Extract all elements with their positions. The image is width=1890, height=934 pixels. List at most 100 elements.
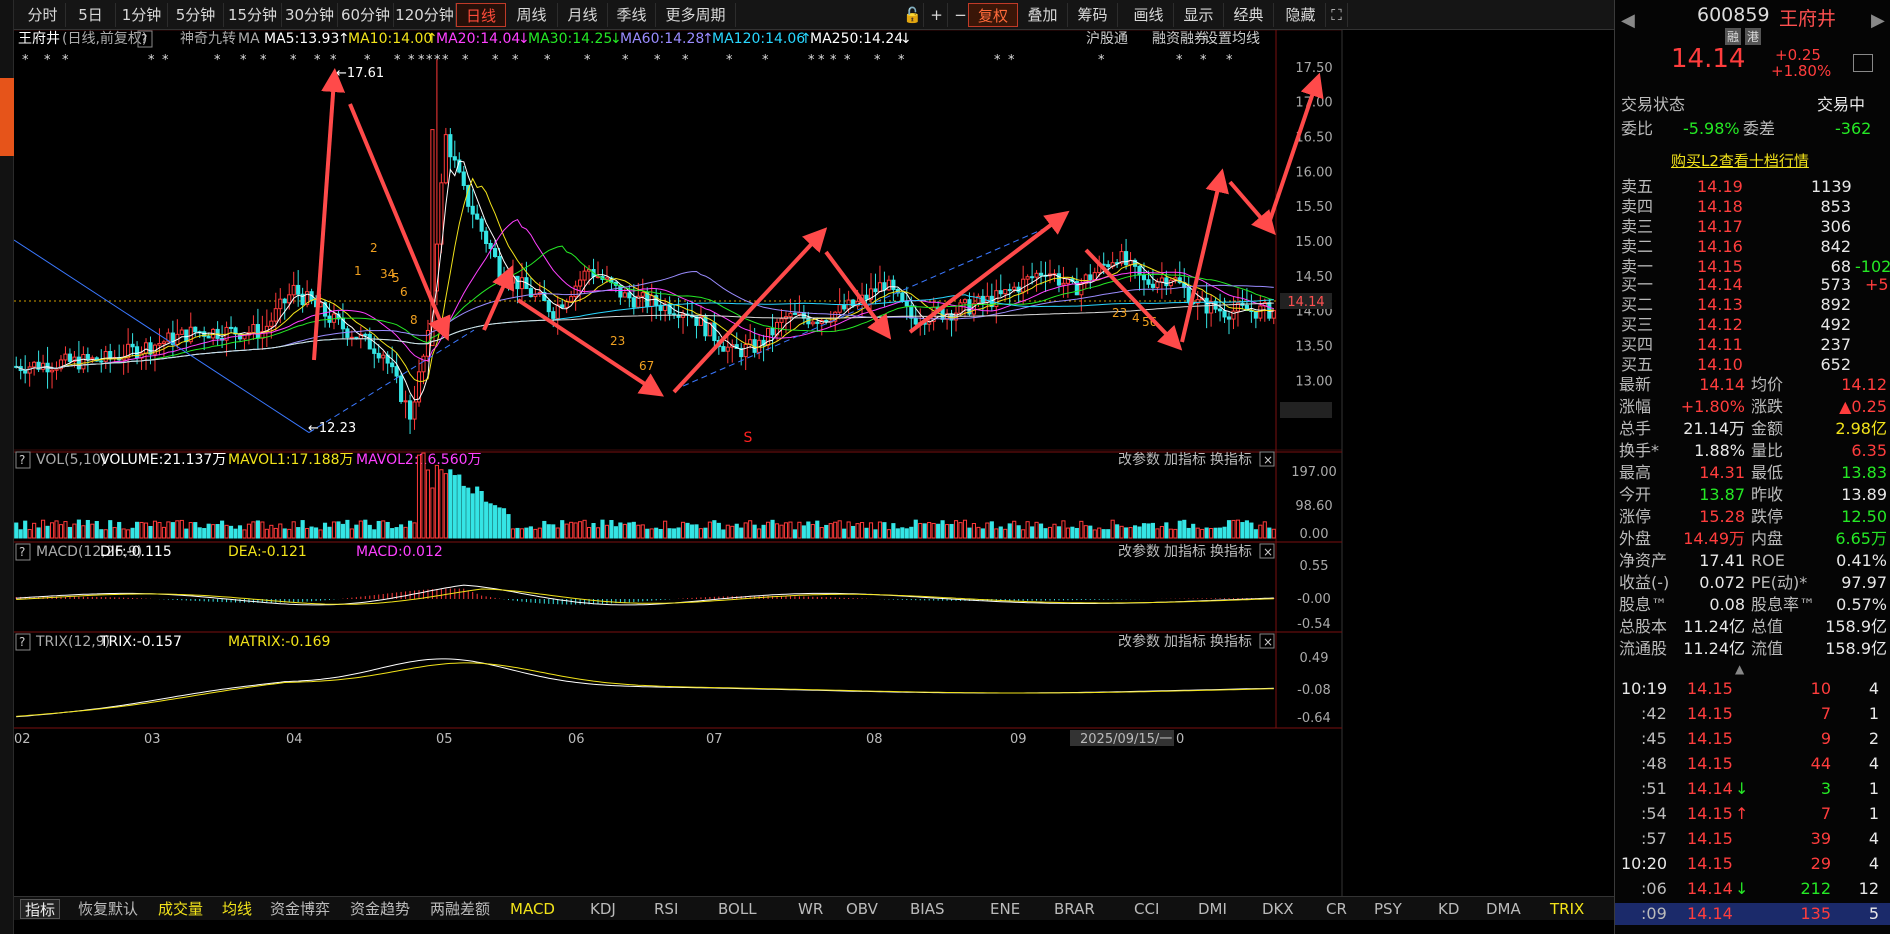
indicator-tab-10[interactable]: BOLL bbox=[718, 899, 757, 919]
indicator-tab-13[interactable]: BIAS bbox=[910, 899, 945, 919]
stat-label-a: 流通股 bbox=[1619, 639, 1668, 658]
volume-bar bbox=[112, 527, 117, 539]
volume-bar bbox=[1258, 524, 1263, 539]
candle-body bbox=[900, 292, 905, 302]
period-tab-5[interactable]: 30分钟 bbox=[282, 3, 338, 27]
next-stock-icon[interactable]: ▶ bbox=[1871, 10, 1885, 31]
period-tab-2[interactable]: 1分钟 bbox=[116, 3, 168, 27]
volume-bar bbox=[273, 527, 278, 539]
lock-icon[interactable]: 🔓 bbox=[902, 3, 924, 27]
status-value: 交易中 bbox=[1817, 95, 1866, 114]
indicator-tab-12[interactable]: OBV bbox=[846, 899, 878, 919]
volume-bar bbox=[873, 529, 878, 539]
indicator-tab-8[interactable]: KDJ bbox=[590, 899, 616, 919]
trade-time: :54 bbox=[1641, 804, 1667, 823]
candle-body bbox=[291, 284, 296, 296]
candle-body bbox=[770, 327, 775, 336]
toolbar-btn-6[interactable]: 隐藏 bbox=[1276, 3, 1326, 27]
trade-count: 1 bbox=[1868, 704, 1879, 723]
volume-bar bbox=[94, 521, 99, 539]
candle-body bbox=[1164, 277, 1169, 287]
kline-chart[interactable]: 王府井 (日线,前复权)? 神奇九转 MA MA5:13.93↑MA10:14.00↑M… bbox=[14, 30, 1614, 896]
volume-bar bbox=[980, 528, 985, 539]
indicator-tab-18[interactable]: DKX bbox=[1262, 899, 1294, 919]
candle-body bbox=[479, 218, 484, 232]
stat-label-a: 涨停 bbox=[1619, 507, 1652, 526]
indicator-tab-14[interactable]: ENE bbox=[990, 899, 1020, 919]
toolbar-btn-4[interactable]: 显示 bbox=[1174, 3, 1224, 27]
toolbar-btn-1[interactable]: 叠加 bbox=[1018, 3, 1068, 27]
indicator-tab-6[interactable]: 两融差额 bbox=[430, 899, 490, 919]
period-tab-7[interactable]: 120分钟 bbox=[394, 3, 456, 27]
collapse-icon[interactable]: ▲ bbox=[1735, 662, 1744, 676]
toolbar-btn-3[interactable]: 画线 bbox=[1124, 3, 1174, 27]
indicator-tab-9[interactable]: RSI bbox=[654, 899, 678, 919]
prev-stock-icon[interactable]: ◀ bbox=[1621, 10, 1635, 31]
indicator-tab-20[interactable]: PSY bbox=[1374, 899, 1402, 919]
volume-bar bbox=[416, 454, 422, 539]
indicator-tab-17[interactable]: DMI bbox=[1198, 899, 1227, 919]
volume-bar bbox=[640, 524, 645, 539]
indicator-tab-1[interactable]: 恢复默认 bbox=[78, 899, 138, 919]
period-tab-3[interactable]: 5分钟 bbox=[168, 3, 224, 27]
ask-price: 14.16 bbox=[1697, 237, 1743, 256]
volume-bar bbox=[842, 528, 847, 539]
volume-bar bbox=[909, 526, 914, 539]
stat-label-a: 总股本 bbox=[1619, 617, 1668, 636]
volume-bar bbox=[967, 527, 972, 539]
indicator-tab-16[interactable]: CCI bbox=[1134, 899, 1159, 919]
trade-row-8: :06 14.14 ↓ 212 12 bbox=[1615, 878, 1890, 900]
indicator-tab-21[interactable]: KD bbox=[1438, 899, 1459, 919]
toolbar-btn-0[interactable]: 复权 bbox=[968, 3, 1018, 27]
indicator-tab-23[interactable]: TRIX bbox=[1550, 899, 1584, 919]
indicator-tab-4[interactable]: 资金博弈 bbox=[270, 899, 330, 919]
candle-body bbox=[376, 352, 381, 359]
period-tab-6[interactable]: 60分钟 bbox=[338, 3, 394, 27]
indicator-tab-0[interactable]: 指标 bbox=[20, 899, 61, 919]
stock-code: 600859 bbox=[1697, 4, 1770, 26]
indicator-tab-15[interactable]: BRAR bbox=[1054, 899, 1095, 919]
indicator-tab-3[interactable]: 均线 bbox=[222, 899, 252, 919]
active-side-tab[interactable] bbox=[0, 78, 14, 156]
zoom-in-icon[interactable]: + bbox=[926, 3, 948, 27]
volume-bar bbox=[1191, 523, 1196, 539]
detail-toggle-icon[interactable] bbox=[1853, 54, 1873, 72]
volume-bar bbox=[1025, 521, 1030, 539]
panel-value-2: MACD:0.012 bbox=[356, 544, 443, 560]
period-tab-11[interactable]: 季线 bbox=[608, 3, 656, 27]
candle-body bbox=[842, 304, 847, 310]
period-tab-9[interactable]: 周线 bbox=[506, 3, 558, 27]
help-icon-text: ? bbox=[141, 32, 147, 46]
indicator-tab-7[interactable]: MACD bbox=[510, 899, 555, 919]
volume-bar bbox=[698, 528, 704, 539]
period-tab-4[interactable]: 15分钟 bbox=[224, 3, 282, 27]
ask-price: 14.17 bbox=[1697, 217, 1743, 236]
fullscreen-icon[interactable]: ⛶ bbox=[1326, 3, 1348, 27]
candle-body bbox=[560, 304, 565, 308]
stat-value-a: +1.80% bbox=[1680, 397, 1745, 416]
volume-bar bbox=[1074, 527, 1079, 539]
nine-turn-star-25: * bbox=[682, 53, 689, 68]
volume-bar bbox=[188, 522, 193, 539]
period-tab-12[interactable]: 更多周期 bbox=[656, 3, 736, 27]
nine-turn-count-9: 4 bbox=[1132, 311, 1140, 325]
period-tab-10[interactable]: 月线 bbox=[558, 3, 608, 27]
toolbar-btn-5[interactable]: 经典 bbox=[1224, 3, 1274, 27]
indicator-tab-11[interactable]: WR bbox=[798, 899, 823, 919]
nine-turn-star-32: * bbox=[874, 53, 881, 68]
volume-bar bbox=[1088, 525, 1093, 539]
bid-volume: 892 bbox=[1820, 295, 1851, 314]
period-tab-0[interactable]: 分时 bbox=[20, 3, 66, 27]
volume-bar bbox=[573, 522, 578, 539]
period-tab-8[interactable]: 日线 bbox=[456, 3, 506, 27]
volume-bar bbox=[202, 528, 207, 539]
buy-l2-button[interactable]: 购买L2查看十档行情 bbox=[1671, 150, 1809, 171]
toolbar-btn-2[interactable]: 筹码 bbox=[1068, 3, 1118, 27]
candle-body bbox=[1092, 272, 1097, 281]
volume-bar bbox=[121, 528, 126, 539]
indicator-tab-19[interactable]: CR bbox=[1326, 899, 1347, 919]
indicator-tab-5[interactable]: 资金趋势 bbox=[350, 899, 410, 919]
period-tab-1[interactable]: 5日 bbox=[66, 3, 116, 27]
indicator-tab-22[interactable]: DMA bbox=[1486, 899, 1521, 919]
indicator-tab-2[interactable]: 成交量 bbox=[158, 899, 203, 919]
